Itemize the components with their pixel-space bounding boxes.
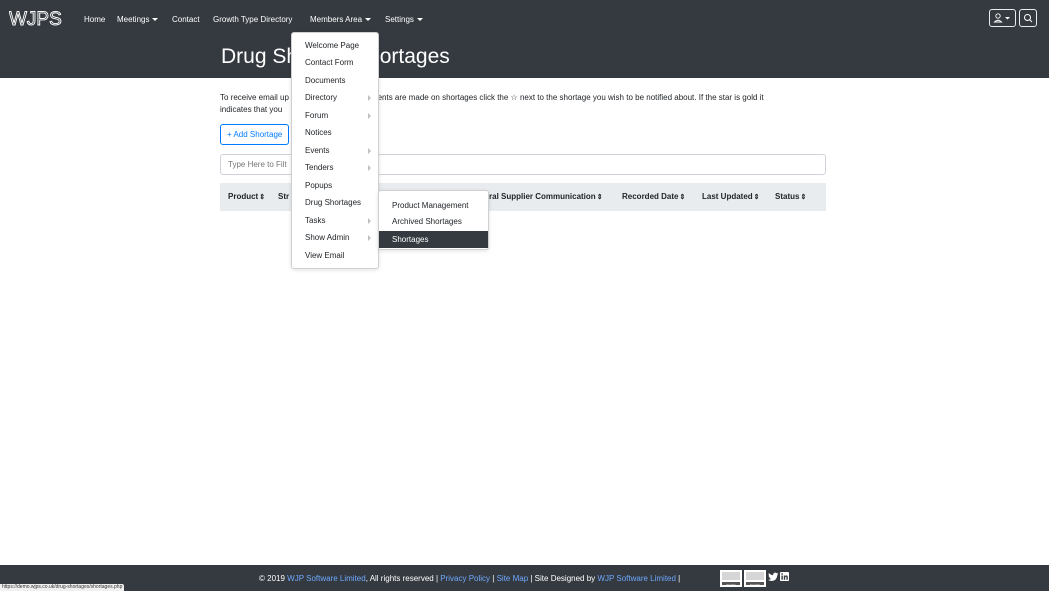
badge-1-label: ISO 9001 — [726, 585, 736, 587]
col-supplier-communication-label: ral Supplier Communication — [489, 192, 596, 201]
col-last-updated-label: Last Updated — [702, 192, 753, 201]
sort-icon: ⇕ — [259, 194, 266, 201]
intro-line-1-left: To receive email up — [220, 93, 289, 102]
chevron-down-icon — [416, 18, 423, 21]
footer-rights: , All rights reserved | — [365, 574, 441, 583]
menu-item-tenders[interactable]: Tenders — [305, 163, 333, 172]
user-icon — [993, 13, 1010, 23]
nav-growth-type-directory[interactable]: Growth Type Directory — [213, 15, 292, 24]
iso-9001-badge: ISO 9001 — [720, 570, 742, 587]
chevron-right-icon — [368, 148, 371, 154]
navbar: WJPS Home Meetings Contact Growth Type D… — [0, 0, 1049, 33]
footer-copyright: © 2019 — [259, 574, 288, 583]
col-status[interactable]: Status⇕ — [775, 192, 806, 201]
submenu-item-shortages[interactable]: Shortages — [379, 231, 488, 248]
col-recorded-date[interactable]: Recorded Date⇕ — [622, 192, 685, 201]
footer-designed-by: | Site Designed by — [528, 574, 598, 583]
members-area-dropdown: Welcome Page Contact Form Documents Dire… — [291, 32, 379, 269]
nav-home[interactable]: Home — [84, 15, 105, 24]
chevron-down-icon — [152, 18, 159, 21]
user-menu-button[interactable] — [989, 9, 1016, 27]
menu-item-show-admin[interactable]: Show Admin — [305, 233, 349, 242]
col-last-updated[interactable]: Last Updated⇕ — [702, 192, 760, 201]
add-shortage-button[interactable]: + Add Shortage — [220, 124, 290, 145]
footer: © 2019 WJP Software Limited, All rights … — [0, 565, 1049, 591]
chevron-right-icon — [368, 165, 371, 171]
col-strength-label: Str — [278, 192, 290, 201]
nav-contact[interactable]: Contact — [172, 15, 200, 24]
sort-icon: ⇕ — [753, 194, 760, 201]
chevron-right-icon — [368, 235, 371, 241]
twitter-icon[interactable] — [768, 572, 779, 582]
sort-icon: ⇕ — [596, 194, 603, 201]
menu-item-welcome-page[interactable]: Welcome Page — [305, 41, 359, 50]
col-status-label: Status — [775, 192, 800, 201]
search-button[interactable] — [1019, 9, 1037, 27]
menu-item-events[interactable]: Events — [305, 146, 329, 155]
nav-members-area[interactable]: Members Area — [310, 15, 372, 24]
col-supplier-communication[interactable]: ral Supplier Communication⇕ — [489, 192, 603, 201]
intro-line-1-right: ments are made on shortages click the ☆ … — [370, 93, 764, 102]
menu-item-tasks[interactable]: Tasks — [305, 216, 325, 225]
nav-members-area-label: Members Area — [310, 15, 363, 24]
footer-company-link[interactable]: WJP Software Limited — [287, 574, 366, 583]
menu-item-documents[interactable]: Documents — [305, 76, 345, 85]
nav-meetings[interactable]: Meetings — [117, 15, 159, 24]
sort-icon: ⇕ — [679, 194, 686, 201]
logo-text: WJPS — [9, 9, 62, 28]
nav-meetings-label: Meetings — [117, 15, 150, 24]
col-product-label: Product — [228, 192, 259, 201]
linkedin-icon[interactable] — [780, 572, 789, 581]
menu-item-view-email[interactable]: View Email — [305, 251, 344, 260]
menu-item-contact-form[interactable]: Contact Form — [305, 58, 353, 67]
menu-item-notices[interactable]: Notices — [305, 128, 332, 137]
drug-shortages-submenu: Product Management Archived Shortages Sh… — [378, 190, 489, 250]
footer-company-link-2[interactable]: WJP Software Limited — [597, 574, 676, 583]
nav-settings[interactable]: Settings — [385, 15, 423, 24]
chevron-right-icon — [368, 113, 371, 119]
chevron-right-icon — [368, 218, 371, 224]
page-title-left: Drug Sh — [221, 45, 299, 68]
iso-27001-badge: ISO 27001 — [744, 570, 766, 587]
badge-2-label: ISO 27001 — [750, 585, 761, 587]
footer-end: | — [675, 574, 681, 583]
footer-sitemap-link[interactable]: Site Map — [497, 574, 529, 583]
page-hero: Drug Sh Shortages — [0, 33, 1049, 78]
col-strength[interactable]: Str — [278, 192, 289, 201]
chevron-right-icon — [368, 95, 371, 101]
footer-text: © 2019 WJP Software Limited, All rights … — [259, 574, 680, 583]
search-icon — [1024, 14, 1033, 23]
browser-status-url: https://demo.wjps.co.uk/drug-shortages/s… — [0, 584, 125, 591]
col-recorded-date-label: Recorded Date — [622, 192, 679, 201]
menu-item-popups[interactable]: Popups — [305, 181, 332, 190]
submenu-item-product-management[interactable]: Product Management — [379, 197, 488, 214]
nav-settings-label: Settings — [385, 15, 414, 24]
wjps-logo[interactable]: WJPS — [9, 8, 69, 28]
menu-item-directory[interactable]: Directory — [305, 93, 337, 102]
submenu-item-archived-shortages[interactable]: Archived Shortages — [379, 213, 488, 230]
footer-privacy-link[interactable]: Privacy Policy — [440, 574, 490, 583]
menu-item-drug-shortages[interactable]: Drug Shortages — [305, 198, 361, 207]
menu-item-forum[interactable]: Forum — [305, 111, 328, 120]
col-product[interactable]: Product⇕ — [228, 192, 265, 201]
sort-icon: ⇕ — [800, 194, 807, 201]
chevron-down-icon — [365, 18, 372, 21]
